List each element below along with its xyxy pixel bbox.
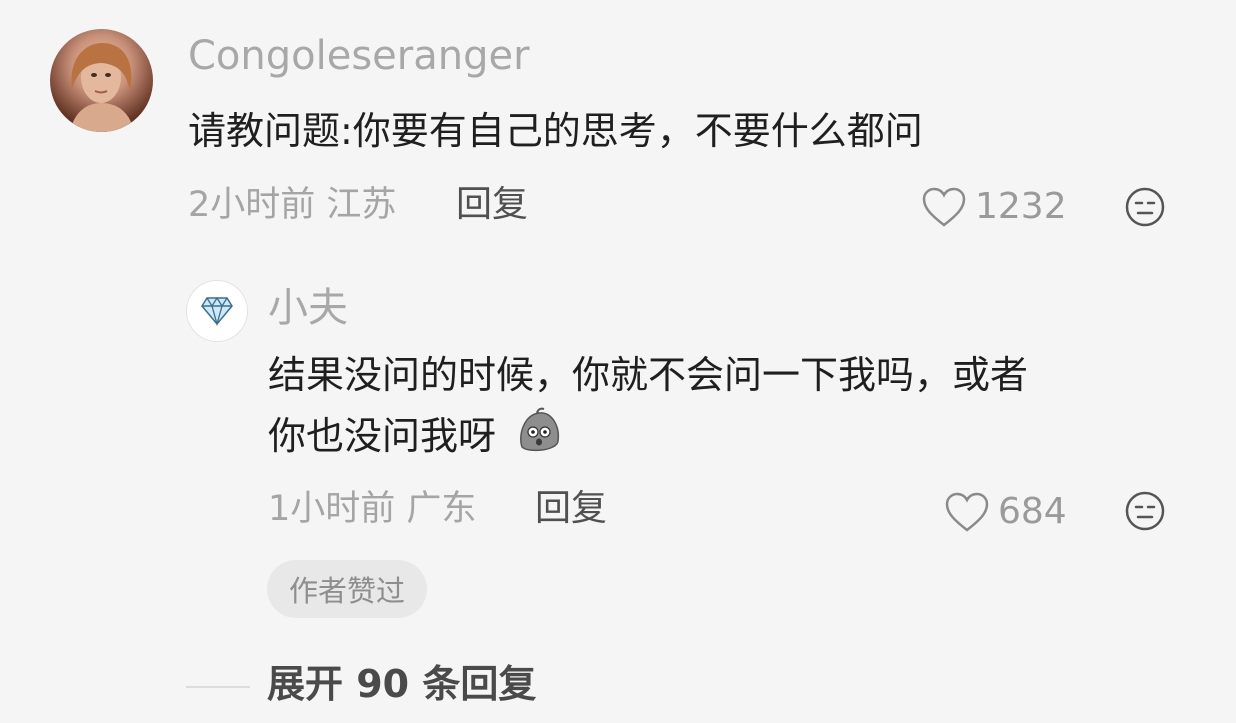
time-label: 2小时前 xyxy=(188,185,316,225)
reply-text-line1: 结果没问的时候，你就不会问一下我吗，或者 xyxy=(268,353,1029,397)
reply-avatar[interactable] xyxy=(186,280,248,342)
author-liked-badge: 作者赞过 xyxy=(267,560,428,618)
expand-divider xyxy=(186,686,250,688)
comment-text: 请教问题:你要有自己的思考，不要什么都问 xyxy=(188,109,923,153)
heart-icon xyxy=(922,187,966,227)
reply-reply-button[interactable]: 回复 xyxy=(535,491,607,527)
location-label: 江苏 xyxy=(326,185,397,225)
username[interactable]: Congoleseranger xyxy=(188,36,530,76)
like-button[interactable]: 1232 xyxy=(921,186,1067,228)
reply-text-line2: 你也没问我呀 xyxy=(268,405,564,472)
reply-text-line2-label: 你也没问我呀 xyxy=(268,414,497,458)
heart-icon xyxy=(945,492,989,532)
avatar[interactable] xyxy=(50,29,153,132)
reply-like-count: 684 xyxy=(998,491,1067,532)
meh-face-icon xyxy=(1125,187,1165,227)
reply-time-label: 1小时前 xyxy=(268,489,396,529)
shocked-blob-emoji-icon xyxy=(514,405,564,472)
diamond-icon xyxy=(201,296,233,326)
reply-location-label: 广东 xyxy=(406,489,477,529)
avatar-portrait-icon xyxy=(70,43,134,132)
reply-button[interactable]: 回复 xyxy=(456,187,528,223)
reply-dislike-button[interactable] xyxy=(1124,490,1166,536)
like-count: 1232 xyxy=(975,186,1067,227)
meh-face-icon xyxy=(1125,491,1165,531)
comment-time: 2小时前 江苏 xyxy=(188,188,396,223)
reply-time: 1小时前 广东 xyxy=(268,492,476,527)
expand-replies-button[interactable]: 展开 90 条回复 xyxy=(267,665,536,703)
comment-thread: Congoleseranger 请教问题:你要有自己的思考，不要什么都问 2小时… xyxy=(0,0,1236,723)
reply-username[interactable]: 小夫 xyxy=(268,288,348,328)
reply-like-button[interactable]: 684 xyxy=(944,491,1067,533)
dislike-button[interactable] xyxy=(1124,186,1166,232)
